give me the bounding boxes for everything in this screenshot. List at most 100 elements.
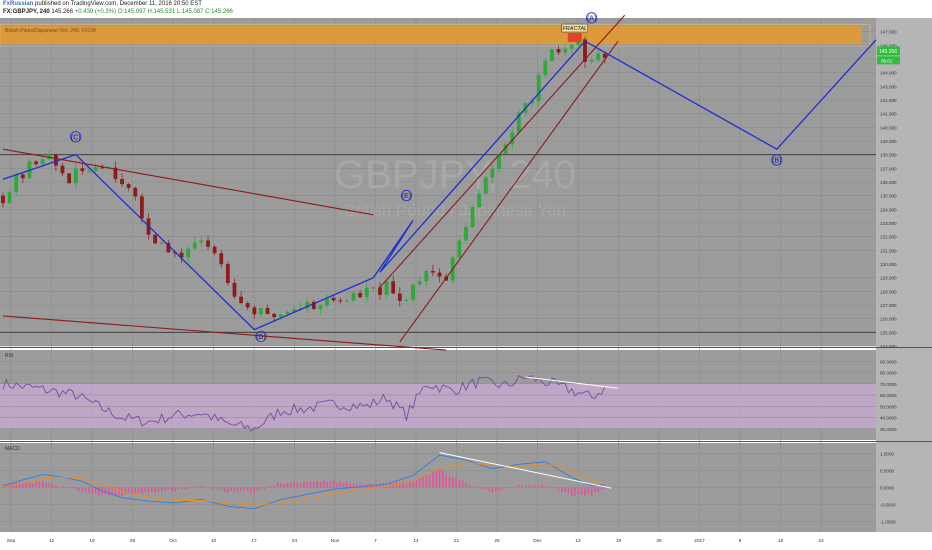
time-tick-label: 10 — [211, 538, 217, 544]
candle-body — [20, 174, 25, 179]
macd-histogram-bar — [402, 481, 404, 488]
candle-body — [192, 242, 197, 249]
rsi-tick-label: 90.0000 — [880, 359, 897, 364]
time-tick-label: 7 — [374, 538, 377, 544]
candle-body — [278, 314, 283, 318]
macd-histogram-bar — [144, 487, 146, 493]
price-tick-label: 137.000 — [880, 166, 897, 171]
candle-body — [411, 284, 415, 300]
macd-histogram-bar — [326, 481, 328, 488]
macd-histogram-bar — [296, 482, 299, 488]
macd-histogram-bar — [349, 483, 352, 488]
fractal-marker — [567, 33, 582, 43]
countdown-label: 05:02 — [881, 58, 893, 63]
macd-histogram-bar — [597, 487, 600, 493]
macd-histogram-bar — [58, 487, 61, 489]
macd-histogram-bar — [243, 487, 246, 491]
macd-histogram-bar — [422, 477, 424, 488]
macd-histogram-bar — [35, 480, 37, 488]
macd-histogram-bar — [561, 487, 563, 493]
candle-body — [73, 168, 78, 184]
price-tick-label: 127.000 — [880, 303, 897, 308]
ohlc-values: O:145.097 H:145.531 L:145.087 C:145.266 — [117, 9, 233, 15]
macd-histogram-bar — [180, 487, 183, 490]
macd-histogram-bar — [266, 486, 269, 488]
candle-body — [232, 282, 237, 297]
macd-histogram-bar — [544, 485, 547, 488]
macd-tick-label: 0.5000 — [880, 468, 894, 473]
macd-histogram-bar — [55, 484, 57, 488]
macd-histogram-bar — [253, 487, 256, 493]
candle-body — [331, 297, 336, 301]
macd-histogram-bar — [537, 486, 540, 488]
time-tick-label: Oct — [169, 538, 177, 544]
macd-histogram-bar — [438, 468, 441, 488]
macd-histogram-bar — [15, 482, 18, 488]
candle-body — [569, 44, 574, 49]
macd-histogram-bar — [491, 487, 494, 493]
macd-histogram-bar — [508, 487, 510, 488]
time-tick-label: 17 — [251, 538, 257, 544]
candle-body — [490, 168, 495, 178]
time-tick-label: 2017 — [694, 538, 705, 544]
symbol-label: FX:GBPJPY, 240 — [3, 9, 50, 15]
macd-histogram-bar — [256, 487, 259, 491]
price-change: +0.439 (+0.3%) — [74, 9, 117, 15]
candle-body — [186, 248, 191, 258]
macd-histogram-bar — [352, 483, 355, 488]
candle-body — [93, 167, 98, 171]
macd-histogram-bar — [117, 487, 120, 497]
candle-body — [397, 293, 402, 301]
candle-body — [391, 281, 396, 294]
time-tick-label: 14 — [413, 538, 419, 544]
macd-panel-label: MACD — [5, 446, 20, 452]
macd-histogram-bar — [455, 477, 457, 488]
price-tick-label: 128.000 — [880, 289, 897, 294]
wave-label-a: (A) — [587, 15, 596, 22]
rsi-tick-label: 70.0000 — [880, 382, 897, 387]
macd-histogram-bar — [336, 483, 338, 488]
candle-body — [259, 308, 263, 315]
macd-histogram-bar — [313, 481, 315, 488]
macd-histogram-bar — [511, 487, 514, 489]
macd-histogram-bar — [319, 482, 322, 488]
wave-label-b: (B) — [772, 158, 781, 165]
macd-histogram-bar — [504, 487, 507, 489]
price-tick-label: 129.000 — [880, 276, 897, 281]
time-tick-label: 26 — [130, 538, 136, 544]
macd-histogram-bar — [184, 487, 186, 490]
macd-histogram-bar — [233, 487, 236, 492]
macd-histogram-bar — [527, 485, 530, 488]
time-axis-background — [0, 532, 932, 550]
candle-body — [285, 311, 290, 315]
macd-histogram-bar — [78, 487, 80, 492]
macd-histogram-bar — [45, 482, 47, 488]
chart-canvas[interactable]: GBPJPY, 240British Pound / Japanese Yen … — [0, 0, 932, 550]
candle-body — [417, 281, 422, 285]
macd-histogram-bar — [494, 487, 497, 492]
macd-histogram-bar — [600, 487, 603, 490]
macd-histogram-bar — [28, 481, 31, 488]
rsi-tick-label: 30.0000 — [880, 427, 897, 432]
rsi-tick-label: 60.0000 — [880, 393, 897, 398]
macd-histogram-bar — [577, 487, 580, 495]
macd-histogram-bar — [484, 487, 487, 490]
price-tick-label: 143.000 — [880, 84, 897, 89]
candle-body — [212, 246, 217, 254]
macd-histogram-bar — [167, 487, 170, 490]
macd-histogram-bar — [428, 474, 431, 488]
candle-body — [1, 195, 5, 204]
candle-body — [265, 308, 270, 314]
candle-body — [252, 307, 257, 315]
candle-body — [206, 240, 210, 247]
publisher-name[interactable]: FxRussian — [3, 1, 33, 7]
macd-histogram-bar — [187, 487, 189, 489]
macd-histogram-bar — [306, 481, 309, 488]
chart-screenshot: GBPJPY, 240 British Pound / Japanese Yen … — [0, 0, 932, 550]
macd-histogram-bar — [481, 487, 484, 490]
macd-histogram-bar — [276, 482, 279, 488]
macd-histogram-bar — [567, 487, 570, 495]
time-tick-label: 16 — [778, 538, 784, 544]
macd-histogram-bar — [18, 482, 21, 488]
candle-body — [225, 264, 230, 283]
